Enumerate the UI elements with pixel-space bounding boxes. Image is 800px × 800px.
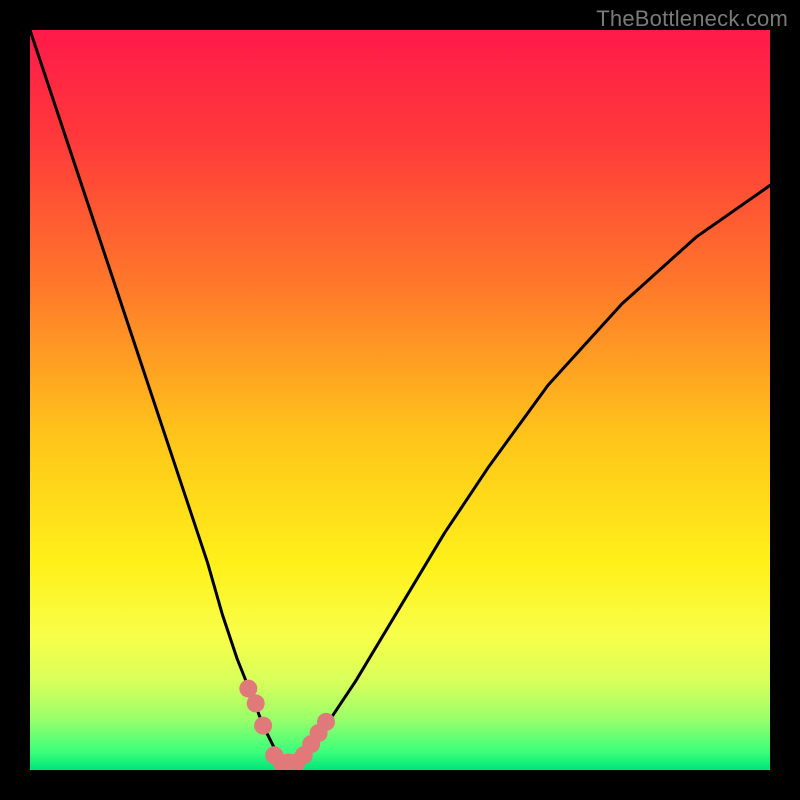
bottleneck-chart — [0, 0, 800, 800]
dot — [317, 713, 335, 731]
frame-left — [0, 0, 30, 800]
frame-bottom — [0, 770, 800, 800]
dot — [254, 717, 272, 735]
chart-frame: TheBottleneck.com — [0, 0, 800, 800]
frame-right — [770, 0, 800, 800]
dot — [247, 694, 265, 712]
watermark-text: TheBottleneck.com — [596, 6, 788, 32]
plot-background — [30, 30, 770, 770]
